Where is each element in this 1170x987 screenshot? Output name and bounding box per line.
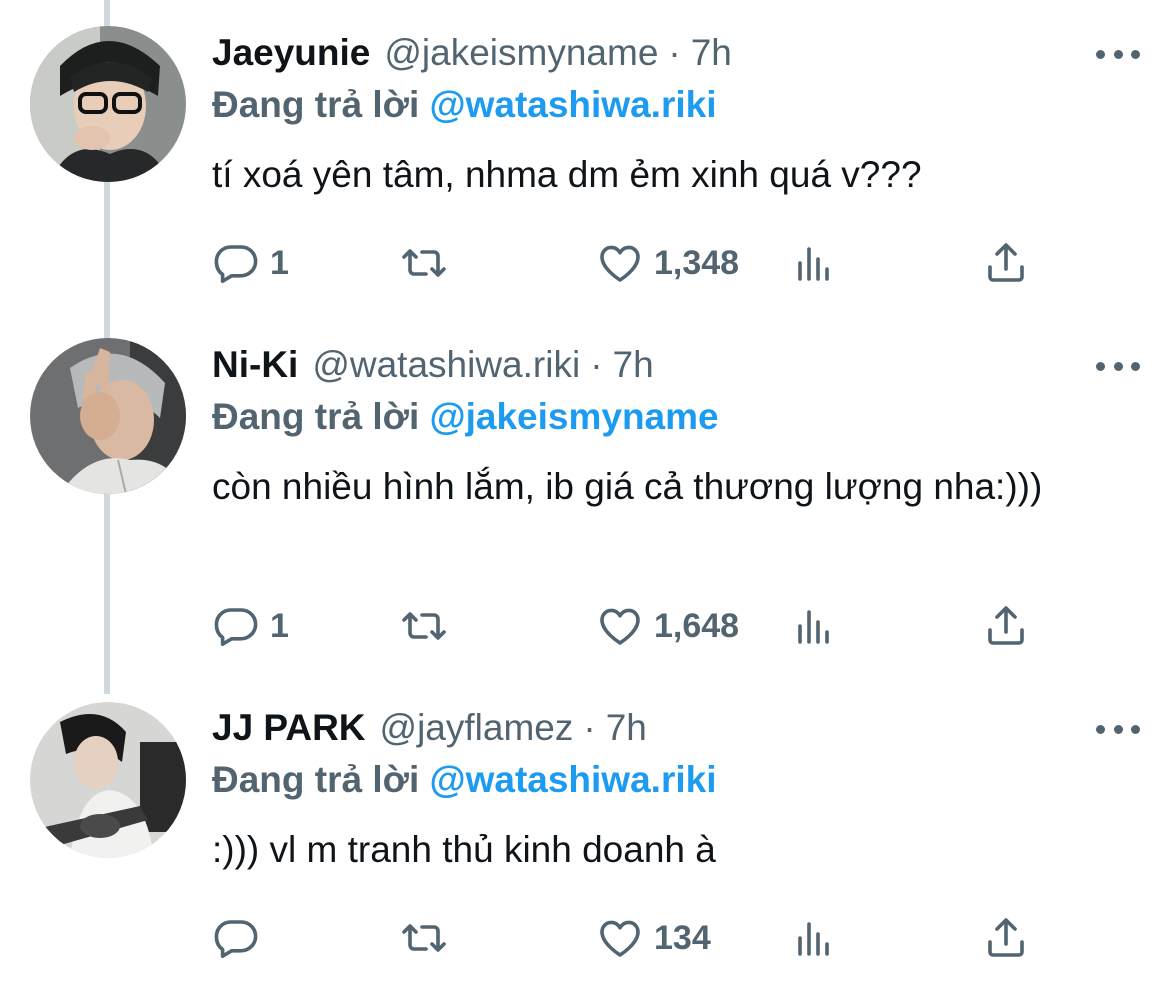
share-button[interactable]: [982, 238, 1030, 288]
replying-to-handle-link[interactable]: @watashiwa.riki: [430, 84, 717, 125]
retweet-button[interactable]: [400, 913, 448, 963]
avatar-photo: [30, 702, 186, 858]
more-icon-dot: [1096, 49, 1105, 59]
tweet-text: :))) vl m tranh thủ kinh doanh à: [212, 829, 716, 870]
like-count: 134: [654, 919, 711, 957]
avatar[interactable]: [30, 26, 186, 182]
replying-to-label: Đang trả lời: [212, 759, 420, 800]
replying-to-handle-link[interactable]: @jakeismyname: [430, 396, 719, 437]
more-options-button[interactable]: [1096, 356, 1140, 376]
retweet-icon: [402, 612, 446, 640]
replying-to-label: Đang trả lời: [212, 84, 420, 125]
views-icon: [798, 247, 829, 281]
replying-to: Đang trả lời @watashiwa.riki: [212, 755, 716, 805]
like-count: 1,348: [654, 244, 740, 282]
tweet-header: Jaeyunie @jakeismyname · 7h: [212, 28, 1080, 78]
reply-button[interactable]: 1: [212, 601, 289, 651]
replying-to: Đang trả lời @watashiwa.riki: [212, 80, 716, 130]
more-options-button[interactable]: [1096, 44, 1140, 64]
timestamp[interactable]: 7h: [613, 340, 654, 390]
replying-to: Đang trả lời @jakeismyname: [212, 392, 719, 442]
more-options-button[interactable]: [1096, 719, 1140, 739]
views-button[interactable]: [790, 913, 838, 963]
avatar[interactable]: [30, 702, 186, 858]
share-button[interactable]: [982, 913, 1030, 963]
heart-icon: [600, 608, 640, 645]
more-icon-dot: [1113, 49, 1123, 59]
reply-icon: [214, 608, 258, 646]
tweet-header: JJ PARK @jayflamez · 7h: [212, 703, 1080, 753]
views-icon: [798, 610, 829, 644]
user-handle[interactable]: @watashiwa.riki: [312, 340, 580, 390]
retweet-button[interactable]: [400, 601, 448, 651]
display-name[interactable]: JJ PARK: [212, 703, 366, 753]
reply-button[interactable]: [212, 913, 270, 963]
share-button[interactable]: [982, 601, 1030, 651]
tweet-actions: 1 1,348: [212, 238, 1042, 288]
share-icon: [988, 918, 1024, 957]
tweet[interactable]: JJ PARK @jayflamez · 7h Đang trả lời @wa…: [0, 694, 1170, 987]
like-count: 1,648: [654, 607, 740, 645]
avatar-photo: [30, 338, 186, 494]
tweet[interactable]: Ni-Ki @watashiwa.riki · 7h Đang trả lời …: [0, 322, 1170, 694]
separator-dot: ·: [590, 344, 603, 385]
timestamp[interactable]: 7h: [691, 28, 732, 78]
more-icon-dot: [1113, 724, 1123, 734]
separator-dot: ·: [583, 707, 596, 748]
like-button[interactable]: 1,348: [596, 238, 739, 288]
avatar[interactable]: [30, 338, 186, 494]
more-icon-dot: [1096, 361, 1105, 371]
heart-icon: [600, 920, 640, 957]
tweet-text: còn nhiều hình lắm, ib giá cả thương lượ…: [212, 466, 1043, 507]
tweet-header: Ni-Ki @watashiwa.riki · 7h: [212, 340, 1080, 390]
separator-dot: ·: [668, 32, 681, 73]
more-icon-dot: [1096, 724, 1105, 734]
reply-icon: [214, 245, 258, 283]
retweet-icon: [402, 924, 446, 952]
display-name[interactable]: Jaeyunie: [212, 28, 370, 78]
reply-thread: Jaeyunie @jakeismyname · 7h Đang trả lời…: [0, 0, 1170, 987]
more-icon-dot: [1131, 49, 1140, 59]
user-handle[interactable]: @jakeismyname: [384, 28, 658, 78]
tweet-actions: 1 1,648: [212, 601, 1042, 651]
tweet[interactable]: Jaeyunie @jakeismyname · 7h Đang trả lời…: [0, 0, 1170, 322]
replying-to-label: Đang trả lời: [212, 396, 420, 437]
avatar-photo: [30, 26, 186, 182]
replying-to-handle-link[interactable]: @watashiwa.riki: [430, 759, 717, 800]
like-button[interactable]: 1,648: [596, 601, 739, 651]
like-button[interactable]: 134: [596, 913, 711, 963]
display-name[interactable]: Ni-Ki: [212, 340, 298, 390]
more-icon-dot: [1131, 724, 1140, 734]
retweet-button[interactable]: [400, 238, 448, 288]
heart-icon: [600, 245, 640, 282]
more-icon-dot: [1113, 361, 1123, 371]
tweet-text: tí xoá yên tâm, nhma dm ẻm xinh quá v???: [212, 154, 922, 195]
reply-count: 1: [270, 607, 289, 645]
views-button[interactable]: [790, 601, 838, 651]
more-icon-dot: [1131, 361, 1140, 371]
reply-button[interactable]: 1: [212, 238, 289, 288]
views-icon: [798, 922, 829, 956]
retweet-icon: [402, 249, 446, 277]
reply-count: 1: [270, 244, 289, 282]
reply-icon: [214, 920, 258, 958]
tweet-actions: 134: [212, 913, 1042, 963]
share-icon: [988, 606, 1024, 645]
user-handle[interactable]: @jayflamez: [380, 703, 574, 753]
views-button[interactable]: [790, 238, 838, 288]
timestamp[interactable]: 7h: [606, 703, 647, 753]
share-icon: [988, 243, 1024, 282]
